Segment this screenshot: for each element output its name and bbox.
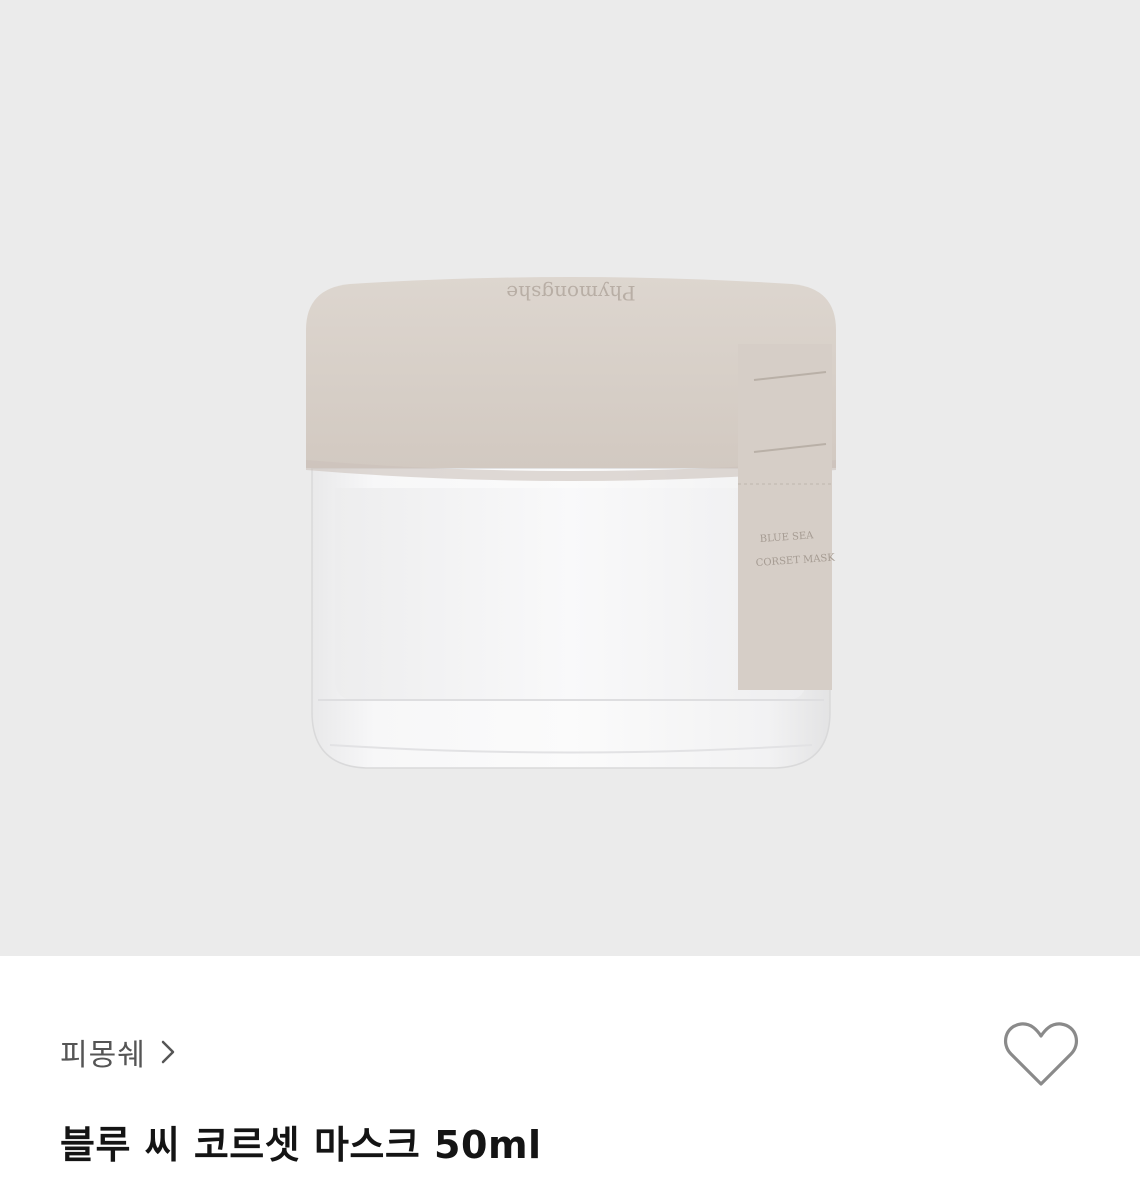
brand-name: 피몽쉐 bbox=[60, 1038, 146, 1073]
brand-link[interactable]: 피몽쉐 bbox=[60, 1030, 176, 1074]
heart-outline-icon bbox=[1003, 1022, 1079, 1086]
wishlist-button[interactable] bbox=[1003, 1020, 1079, 1088]
jar-lid-logo: Phymongshe bbox=[506, 281, 635, 305]
chevron-right-icon bbox=[161, 1040, 175, 1064]
product-title: 블루 씨 코르셋 마스크 50ml bbox=[60, 1123, 542, 1167]
product-image-area[interactable]: BLUE SEA CORSET MASK Phymongshe bbox=[0, 0, 1140, 956]
product-jar-image: BLUE SEA CORSET MASK Phymongshe bbox=[306, 277, 836, 769]
